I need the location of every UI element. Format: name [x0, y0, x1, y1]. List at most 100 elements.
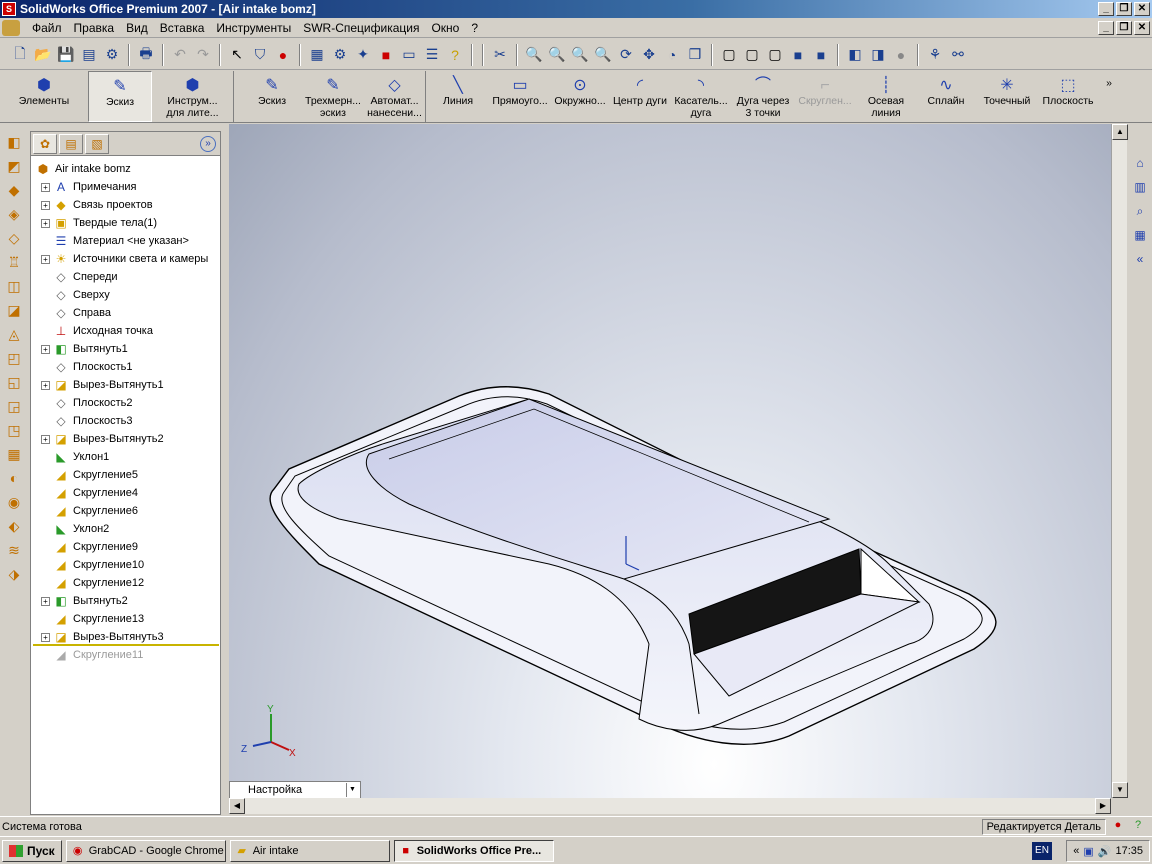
tree-item[interactable]: ☰ Материал <не указан> — [31, 232, 220, 250]
tree-item[interactable]: + ◆ Связь проектов — [31, 196, 220, 214]
revolve-boss-icon[interactable]: ◩ — [4, 156, 24, 176]
make-assembly-icon[interactable]: ⚙ — [102, 45, 122, 65]
tab-feature-tree[interactable]: ✿ — [33, 133, 57, 154]
tree-item[interactable]: ⊥ Исходная точка — [31, 322, 220, 340]
shell-icon[interactable]: ◫ — [4, 276, 24, 296]
scroll-up-arrow[interactable]: ▲ — [1112, 124, 1128, 140]
expand-plus-icon[interactable]: + — [41, 200, 50, 210]
tree-item[interactable]: ◢ Скругление12 — [31, 574, 220, 592]
tree-item[interactable]: ◇ Плоскость1 — [31, 358, 220, 376]
open-folder-icon[interactable]: 📂 — [33, 45, 53, 65]
start-button[interactable]: Пуск — [2, 839, 62, 862]
standard-views-icon[interactable]: ❒ — [685, 45, 705, 65]
help-icon[interactable]: ? — [445, 45, 465, 65]
rebuild-status-icon[interactable]: ● — [1110, 819, 1126, 835]
options-icon[interactable]: ⚙ — [330, 45, 350, 65]
expand-plus-icon[interactable]: + — [41, 632, 50, 642]
properties-icon[interactable]: ☰ — [422, 45, 442, 65]
tree-item[interactable]: ◢ Скругление4 — [31, 484, 220, 502]
vertical-scrollbar[interactable]: ▲ ▼ — [1111, 124, 1128, 798]
cut-extrude-icon[interactable]: ◪ — [4, 300, 24, 320]
shaded-icon[interactable]: ■ — [811, 45, 831, 65]
expand-plus-icon[interactable]: + — [41, 254, 50, 264]
hidden-lines-visible-icon[interactable]: ▢ — [742, 45, 762, 65]
tree-item[interactable]: + ◪ Вырез-Вытянуть2 — [31, 430, 220, 448]
language-indicator[interactable]: EN — [1032, 842, 1052, 860]
tree-item[interactable]: ◢ Скругление13 — [31, 610, 220, 628]
network-icon[interactable]: ▣ — [1083, 845, 1093, 858]
new-document-icon[interactable]: 🗋 — [10, 45, 30, 65]
horizontal-scrollbar[interactable]: ◀ ▶ — [229, 798, 1111, 814]
rollback-bar[interactable] — [33, 644, 219, 646]
dome-icon[interactable]: ◐ — [4, 468, 24, 488]
tree-item[interactable]: + A Примечания — [31, 178, 220, 196]
tree-item[interactable]: + ◧ Вытянуть1 — [31, 340, 220, 358]
redo-icon[interactable]: ↷ — [193, 45, 213, 65]
scroll-left-arrow[interactable]: ◀ — [229, 798, 245, 814]
expand-plus-icon[interactable]: + — [41, 380, 50, 390]
cmd-features[interactable]: ⬢ Элементы — [0, 71, 88, 122]
cmd-point[interactable]: ✳ Точечный — [976, 71, 1038, 122]
doc-minimize-button[interactable]: _ — [1098, 21, 1114, 35]
tree-item[interactable]: ◇ Плоскость2 — [31, 394, 220, 412]
draft-icon[interactable]: ◲ — [4, 396, 24, 416]
cmd-sketch-fillet[interactable]: ⌐ Скруглен... — [794, 71, 856, 122]
air-intake-model[interactable]: Y X Z — [229, 124, 1111, 798]
cmd-mold-tools[interactable]: ⬢ Инструм... для лите... — [152, 71, 234, 122]
tree-item[interactable]: + ☀ Источники света и камеры — [31, 250, 220, 268]
reference-geometry-icon[interactable]: ⬖ — [4, 516, 24, 536]
cmd-circle[interactable]: ⊙ Окружно... — [550, 71, 610, 122]
expand-plus-icon[interactable]: + — [41, 344, 50, 354]
photoworks-icon[interactable]: ✦ — [353, 45, 373, 65]
shaded-with-edges-icon[interactable]: ■ — [788, 45, 808, 65]
zoom-in-out-icon[interactable]: 🔍 — [570, 45, 590, 65]
rotate-view-icon[interactable]: ⟳ — [616, 45, 636, 65]
tree-item[interactable]: + ◧ Вытянуть2 — [31, 592, 220, 610]
undo-icon[interactable]: ↶ — [170, 45, 190, 65]
configuration-tab[interactable]: Настройка ▼ — [229, 781, 361, 799]
design-library-icon[interactable]: ▥ — [1131, 178, 1149, 196]
tree-item[interactable]: ◇ Спереди — [31, 268, 220, 286]
solidworks-resources-icon[interactable]: ⌂ — [1131, 154, 1149, 172]
shadows-icon[interactable]: ◧ — [845, 45, 865, 65]
pan-icon[interactable]: ✥ — [639, 45, 659, 65]
zoom-selection-icon[interactable]: 🔍 — [593, 45, 613, 65]
tree-item[interactable]: ◢ Скругление6 — [31, 502, 220, 520]
minimize-button[interactable]: _ — [1098, 2, 1114, 16]
graphics-viewport[interactable]: Y X Z — [229, 124, 1111, 798]
view-palette-icon[interactable]: ▦ — [1131, 226, 1149, 244]
tree-item[interactable]: ◢ Скругление5 — [31, 466, 220, 484]
expand-plus-icon[interactable]: + — [41, 596, 50, 606]
collapse-pane-icon[interactable]: « — [1131, 250, 1149, 268]
doc-close-button[interactable]: ✕ — [1134, 21, 1150, 35]
addins-icon[interactable]: ⚘ — [925, 45, 945, 65]
tree-item[interactable]: + ◪ Вырез-Вытянуть1 — [31, 376, 220, 394]
menu-window[interactable]: Окно — [425, 18, 465, 38]
fillet-icon[interactable]: ◰ — [4, 348, 24, 368]
extrude-boss-icon[interactable]: ◧ — [4, 132, 24, 152]
tree-item[interactable]: ◇ Плоскость3 — [31, 412, 220, 430]
clock[interactable]: 17:35 — [1115, 845, 1143, 857]
make-drawing-icon[interactable]: ▤ — [79, 45, 99, 65]
menu-tools[interactable]: Инструменты — [210, 18, 297, 38]
solidworks-logo-icon[interactable] — [2, 19, 20, 36]
tab-property-manager[interactable]: ▤ — [59, 133, 83, 154]
task-solidworks[interactable]: ■ SolidWorks Office Pre... — [393, 839, 554, 862]
grid-icon[interactable]: ▦ — [307, 45, 327, 65]
cmd-sketch-tab[interactable]: ✎ Эскиз — [88, 71, 152, 122]
menu-edit[interactable]: Правка — [68, 18, 121, 38]
cmd-rectangle[interactable]: ▭ Прямоуго... — [490, 71, 550, 122]
tree-item[interactable]: + ▣ Твердые тела(1) — [31, 214, 220, 232]
print-icon[interactable]: 🖶 — [136, 45, 156, 65]
hole-wizard-icon[interactable]: ◉ — [4, 492, 24, 512]
expand-plus-icon[interactable]: + — [41, 218, 50, 228]
cmd-more-chevron[interactable]: » — [1098, 71, 1120, 122]
loft-icon[interactable]: ◈ — [4, 204, 24, 224]
macro-icon[interactable]: ⚯ — [948, 45, 968, 65]
select-pointer-icon[interactable]: ↖ — [227, 45, 247, 65]
task-chrome[interactable]: ◉ GrabCAD - Google Chrome — [65, 839, 226, 862]
zoom-to-fit-icon[interactable]: 🔍 — [524, 45, 544, 65]
restore-button[interactable]: ❐ — [1116, 2, 1132, 16]
scroll-down-arrow[interactable]: ▼ — [1112, 782, 1128, 798]
expand-panel-icon[interactable]: » — [200, 136, 216, 152]
